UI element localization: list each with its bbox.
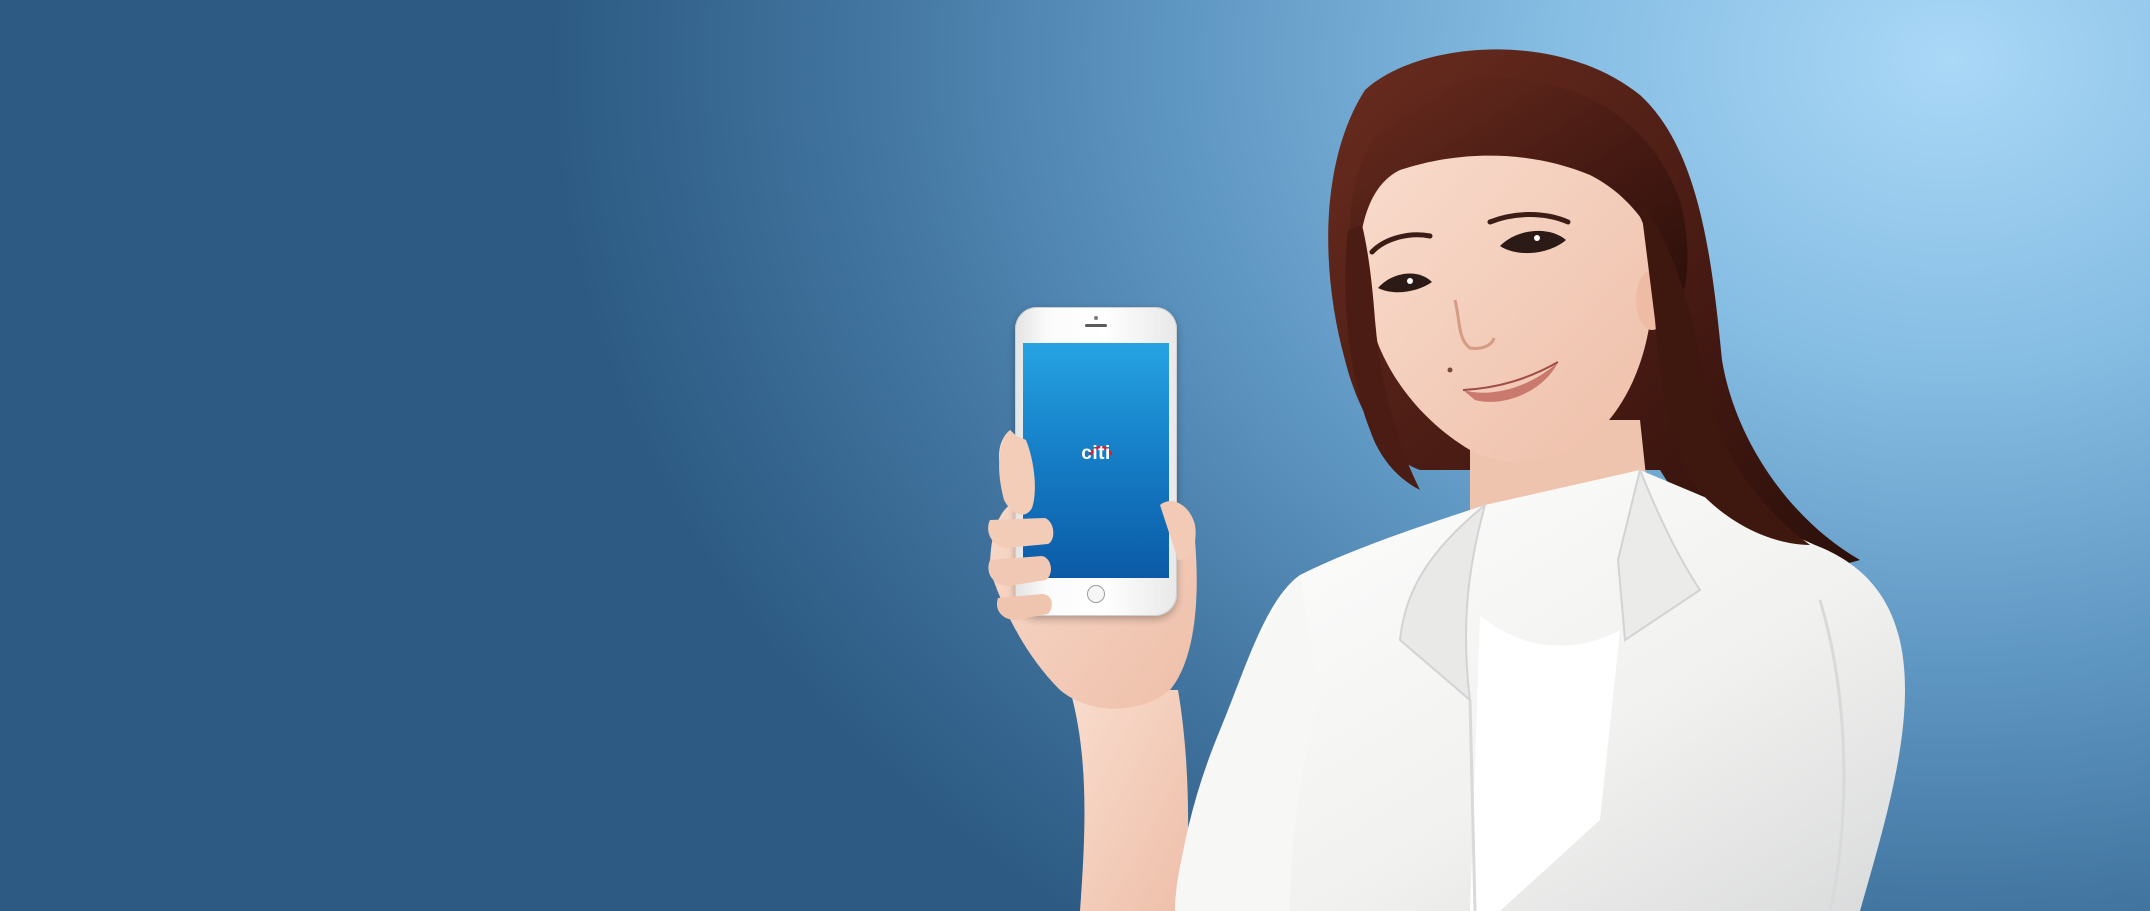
forearm (1070, 690, 1189, 911)
speaker-icon (1085, 324, 1107, 327)
hero-banner: citi (0, 0, 2150, 911)
phone-screen: citi (1023, 343, 1169, 578)
home-button-icon (1087, 585, 1105, 603)
smartphone: citi (1015, 307, 1177, 616)
citi-logo: citi (1081, 443, 1111, 464)
mole (1447, 367, 1453, 373)
front-camera-icon (1094, 316, 1098, 320)
